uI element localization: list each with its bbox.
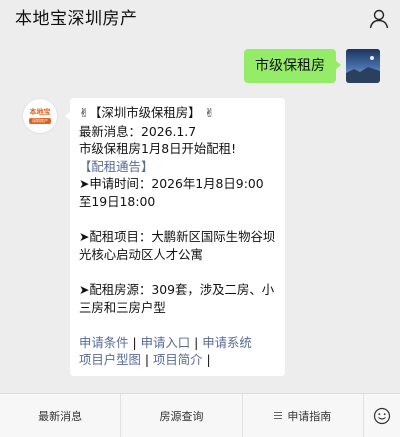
notice-link[interactable]: 【配租通告】 <box>79 158 276 176</box>
link-apply-conditions[interactable]: 申请条件 <box>79 335 129 350</box>
link-apply-entry[interactable]: 申请入口 <box>141 335 191 350</box>
user-avatar[interactable] <box>346 49 380 83</box>
links-row-2: 项目户型图 | 项目简介 | <box>79 351 276 369</box>
menu-tab-label: 房源查询 <box>159 409 204 423</box>
outgoing-message: 市级保租房 <box>244 49 380 83</box>
emoji-button[interactable] <box>364 394 400 437</box>
link-project-intro[interactable]: 项目简介 <box>153 352 203 367</box>
user-avatar-image <box>346 49 380 83</box>
menu-tab-label: 申请指南 <box>287 409 332 423</box>
link-separator: | <box>140 352 154 368</box>
incoming-message: 本地宝 深圳房产 ✌【深圳市级保租房】 ✌ 最新消息：2026.1.7 市级保租… <box>22 98 285 376</box>
incoming-bubble: ✌【深圳市级保租房】 ✌ 最新消息：2026.1.7 市级保租房1月8日开始配租… <box>65 98 285 376</box>
bot-avatar[interactable]: 本地宝 深圳房产 <box>22 98 58 134</box>
menu-tab-latest-news[interactable]: 最新消息 <box>0 394 122 437</box>
apply-time: ➤申请时间：2026年1月8日9:00至19日18:00 <box>79 176 264 209</box>
bot-avatar-sub: 深圳房产 <box>29 118 51 124</box>
latest-news-label: 最新消息：2026.1.7 <box>79 123 197 139</box>
submenu-icon <box>274 410 283 421</box>
victory-hand-icon: ✌ <box>79 106 90 120</box>
link-separator: | <box>128 334 141 350</box>
bottom-menu: 最新消息 房源查询 申请指南 <box>0 393 400 437</box>
profile-icon[interactable] <box>368 8 390 30</box>
bubble-title: 【深圳市级保租房】 <box>89 105 201 120</box>
links-row-1: 申请条件 | 申请入口 | 申请系统 <box>79 334 276 352</box>
smiley-icon <box>373 407 391 424</box>
menu-tab-apply-guide[interactable]: 申请指南 <box>243 394 364 437</box>
link-floor-plans[interactable]: 项目户型图 <box>79 352 141 367</box>
outgoing-bubble[interactable]: 市级保租房 <box>244 49 341 83</box>
project-info: ➤配租项目：大鹏新区国际生物谷坝光核心启动区人才公寓 <box>79 229 276 262</box>
chat-title: 本地宝深圳房产 <box>15 9 138 29</box>
menu-tab-label: 最新消息 <box>38 409 83 423</box>
bot-avatar-brand: 本地宝 <box>29 108 51 116</box>
title-bar: 本地宝深圳房产 <box>0 0 400 36</box>
menu-tab-housing-search[interactable]: 房源查询 <box>121 394 243 437</box>
link-separator: | <box>190 334 203 350</box>
link-apply-system[interactable]: 申请系统 <box>202 335 252 350</box>
latest-news-text: 市级保租房1月8日开始配租! <box>79 141 237 157</box>
bubble-title-line: ✌【深圳市级保租房】 ✌ <box>79 104 276 123</box>
link-separator: | <box>202 352 211 368</box>
units-info: ➤配租房源：309套，涉及二房、小三房和三房户型 <box>79 281 275 315</box>
victory-hand-icon: ✌ <box>204 106 215 120</box>
